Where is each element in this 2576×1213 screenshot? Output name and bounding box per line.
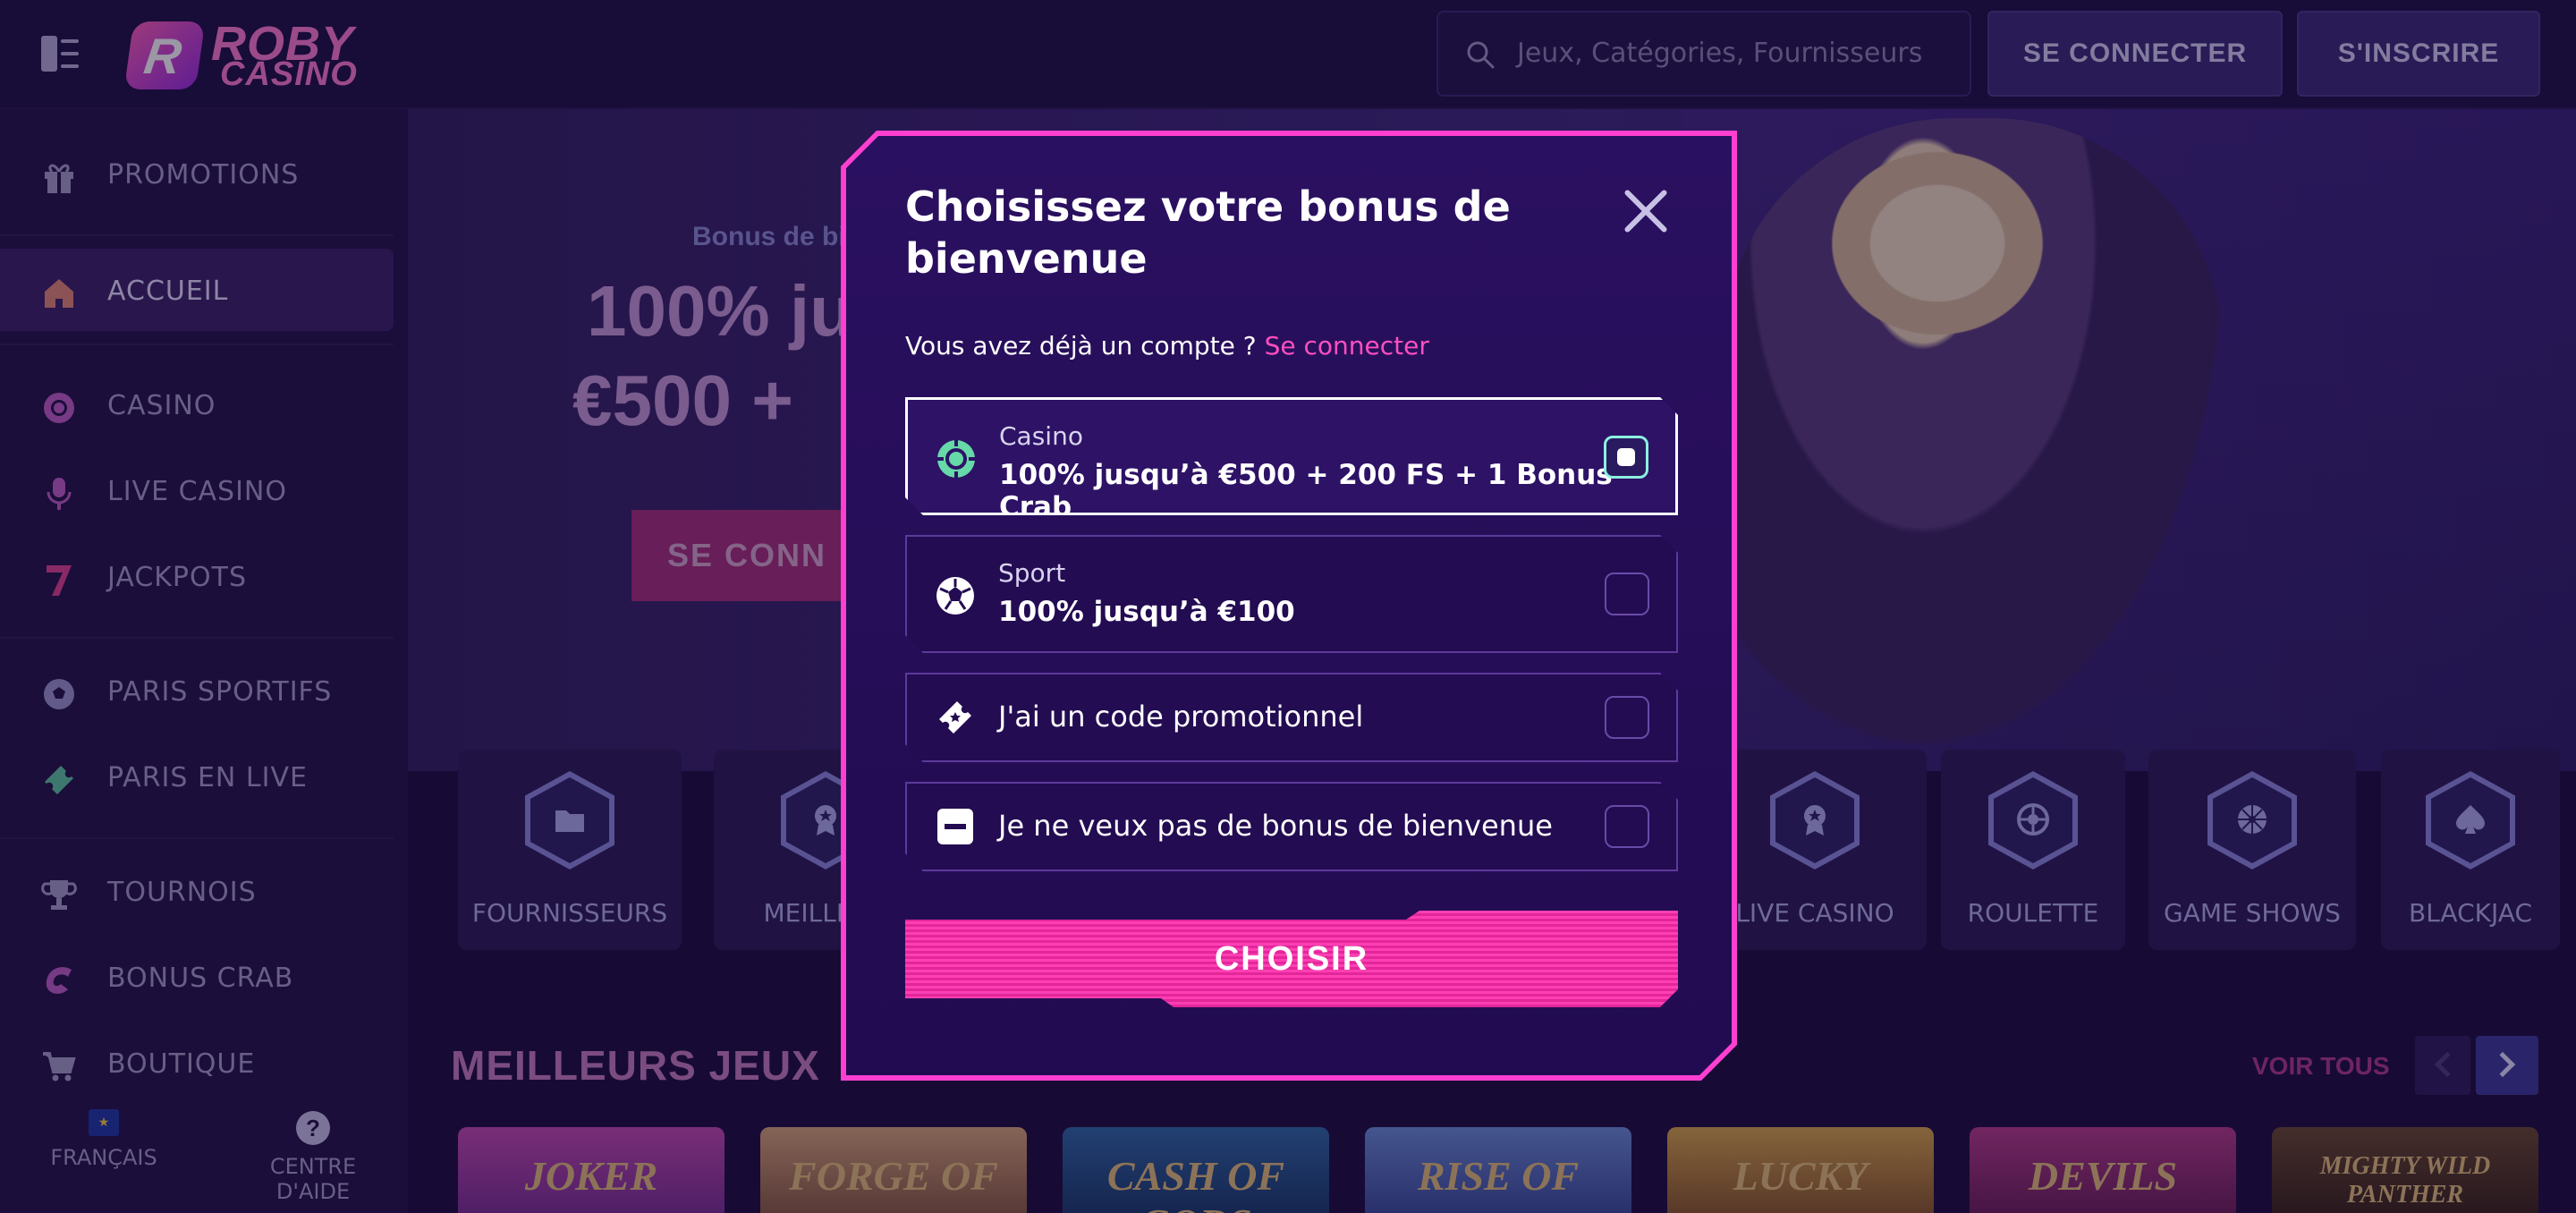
casino-chip-icon bbox=[935, 437, 978, 480]
bonus-option-no-bonus[interactable]: Je ne veux pas de bonus de bienvenue bbox=[905, 782, 1678, 871]
option-value: 100% jusqu’à €500 + 200 FS + 1 Bonus Cra… bbox=[999, 459, 1613, 523]
login-link[interactable]: Se connecter bbox=[1265, 331, 1429, 361]
promo-ticket-icon bbox=[934, 696, 977, 739]
bonus-option-casino[interactable]: Casino 100% jusqu’à €500 + 200 FS + 1 Bo… bbox=[905, 397, 1678, 515]
option-value: 100% jusqu’à €100 bbox=[998, 596, 1295, 628]
account-prompt: Vous avez déjà un compte ? Se connecter bbox=[905, 331, 1429, 361]
option-title: Sport bbox=[998, 558, 1066, 588]
option-radio-checked[interactable] bbox=[1604, 436, 1648, 479]
choose-button[interactable]: CHOISIR bbox=[905, 911, 1678, 1007]
account-prompt-text: Vous avez déjà un compte ? bbox=[905, 331, 1257, 361]
option-radio[interactable] bbox=[1605, 573, 1649, 615]
option-label: J'ai un code promotionnel bbox=[998, 700, 1364, 734]
soccer-ball-icon bbox=[934, 574, 977, 617]
option-radio[interactable] bbox=[1605, 805, 1649, 848]
bonus-option-promo-code[interactable]: J'ai un code promotionnel bbox=[905, 673, 1678, 762]
close-icon[interactable] bbox=[1621, 186, 1671, 236]
option-radio[interactable] bbox=[1605, 696, 1649, 739]
bonus-option-sport[interactable]: Sport 100% jusqu’à €100 bbox=[905, 535, 1678, 653]
welcome-bonus-modal: Choisissez votre bonus de bienvenue Vous… bbox=[846, 136, 1732, 1075]
option-label: Je ne veux pas de bonus de bienvenue bbox=[998, 809, 1553, 843]
modal-title: Choisissez votre bonus de bienvenue bbox=[905, 182, 1511, 283]
option-title: Casino bbox=[999, 421, 1083, 451]
no-bonus-icon bbox=[934, 805, 977, 848]
